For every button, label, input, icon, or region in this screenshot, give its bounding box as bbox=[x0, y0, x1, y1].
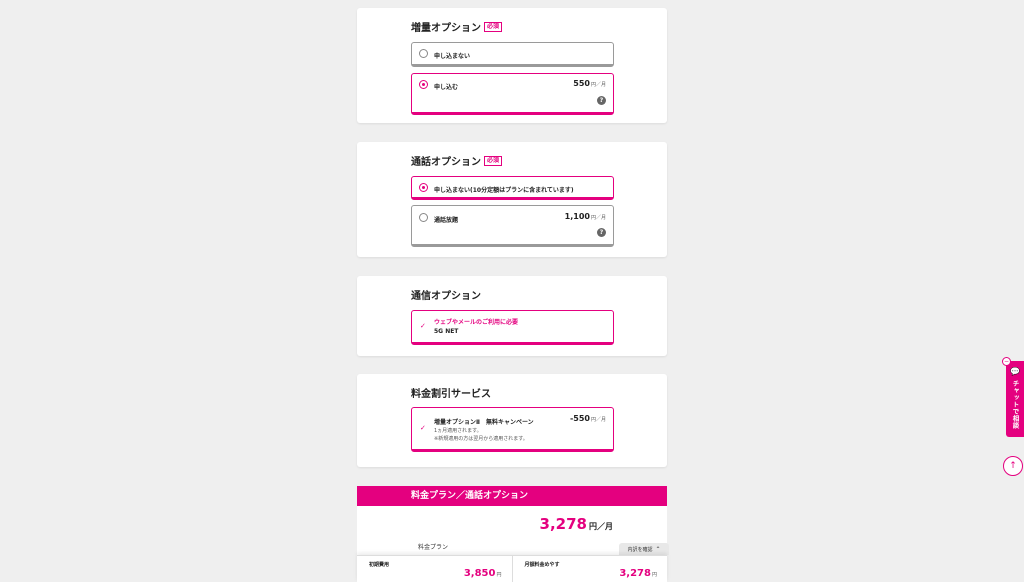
option-label: 申し込む bbox=[434, 84, 459, 91]
question-icon[interactable]: ? bbox=[597, 228, 606, 237]
data-option-apply[interactable]: 申し込む 550円／月 ? bbox=[411, 73, 614, 115]
network-note: ウェブやメールのご利用に必要 bbox=[434, 319, 519, 326]
chat-label: チャットで相談 bbox=[1011, 380, 1019, 429]
call-option-unlimited[interactable]: 通話放題 1,100円／月 ? bbox=[411, 205, 614, 247]
data-option-decline[interactable]: 申し込まない bbox=[411, 42, 614, 67]
network-option-card: 通信オプション ✓ ウェブやメールのご利用に必要 5G NET bbox=[357, 276, 667, 356]
network-option-title: 通信オプション bbox=[411, 291, 481, 302]
required-badge: 必須 bbox=[484, 155, 503, 166]
check-icon: ✓ bbox=[420, 322, 426, 330]
monthly-estimate-label: 月額料金めやす bbox=[524, 562, 560, 568]
question-icon[interactable]: ? bbox=[597, 96, 606, 105]
call-option-decline[interactable]: 申し込まない(10分定額はプランに含まれています) bbox=[411, 176, 614, 200]
option-label: 通話放題 bbox=[434, 217, 459, 224]
radio-button[interactable] bbox=[419, 213, 428, 222]
summary-total: 3,278 円／月 bbox=[539, 515, 613, 533]
scroll-to-top-button[interactable]: ↑ bbox=[1003, 456, 1023, 476]
discount-note: ※新規適用の方は翌月から適用されます。 bbox=[434, 436, 528, 442]
breakdown-label: 内訳を確認 bbox=[627, 546, 653, 553]
chat-consult-button[interactable]: − 💬 チャットで相談 bbox=[1002, 357, 1024, 437]
data-option-title: 増量オプション bbox=[411, 23, 481, 34]
monthly-estimate-value: 3,278円 bbox=[619, 568, 657, 579]
call-option-title: 通話オプション bbox=[411, 157, 481, 168]
call-option-card: 通話オプション 必須 申し込まない(10分定額はプランに含まれています) 通話放… bbox=[357, 142, 667, 257]
data-option-card: 増量オプション 必須 申し込まない 申し込む 550円／月 ? bbox=[357, 8, 667, 123]
discount-price: -550円／月 bbox=[569, 414, 606, 423]
close-icon[interactable]: − bbox=[1002, 357, 1011, 366]
monthly-estimate: 月額料金めやす 3,278円 bbox=[511, 556, 668, 582]
data-option-title-row: 増量オプション 必須 bbox=[411, 19, 503, 34]
required-badge: 必須 bbox=[484, 21, 503, 32]
call-option-title-row: 通話オプション 必須 bbox=[411, 153, 503, 168]
bottom-price-bar: 初期費用 3,850円 月額料金めやす 3,278円 bbox=[357, 555, 667, 582]
initial-cost-value: 3,850円 bbox=[463, 568, 502, 579]
discount-note: 1ヵ月適用されます。 bbox=[434, 428, 482, 434]
check-icon: ✓ bbox=[420, 424, 426, 432]
summary-row-label: 料金プラン bbox=[418, 544, 449, 551]
radio-button[interactable] bbox=[419, 49, 428, 58]
chevron-up-icon: ⌃ bbox=[655, 545, 661, 553]
discount-label: 増量オプションⅡ 無料キャンペーン bbox=[434, 419, 534, 426]
network-option-5g-net: ✓ ウェブやメールのご利用に必要 5G NET bbox=[411, 310, 614, 345]
network-label: 5G NET bbox=[434, 328, 459, 335]
radio-button-selected[interactable] bbox=[419, 183, 428, 192]
option-label: 申し込まない(10分定額はプランに含まれています) bbox=[434, 187, 574, 194]
discount-service-title: 料金割引サービス bbox=[411, 389, 491, 400]
initial-cost-label: 初期費用 bbox=[369, 562, 390, 568]
radio-button-selected[interactable] bbox=[419, 80, 428, 89]
option-label: 申し込まない bbox=[434, 53, 471, 60]
breakdown-toggle-button[interactable]: 内訳を確認 ⌃ bbox=[619, 543, 669, 555]
summary-header: 料金プラン／通話オプション bbox=[357, 486, 667, 506]
option-price: 1,100円／月 bbox=[564, 212, 606, 221]
discount-campaign: ✓ 増量オプションⅡ 無料キャンペーン -550円／月 1ヵ月適用されます。 ※… bbox=[411, 407, 614, 452]
discount-service-card: 料金割引サービス ✓ 増量オプションⅡ 無料キャンペーン -550円／月 1ヵ月… bbox=[357, 374, 667, 467]
initial-cost: 初期費用 3,850円 bbox=[357, 556, 512, 582]
chat-bubble-icon: 💬 bbox=[1010, 367, 1020, 376]
option-price: 550円／月 bbox=[573, 79, 606, 88]
arrow-up-icon: ↑ bbox=[1009, 461, 1017, 471]
